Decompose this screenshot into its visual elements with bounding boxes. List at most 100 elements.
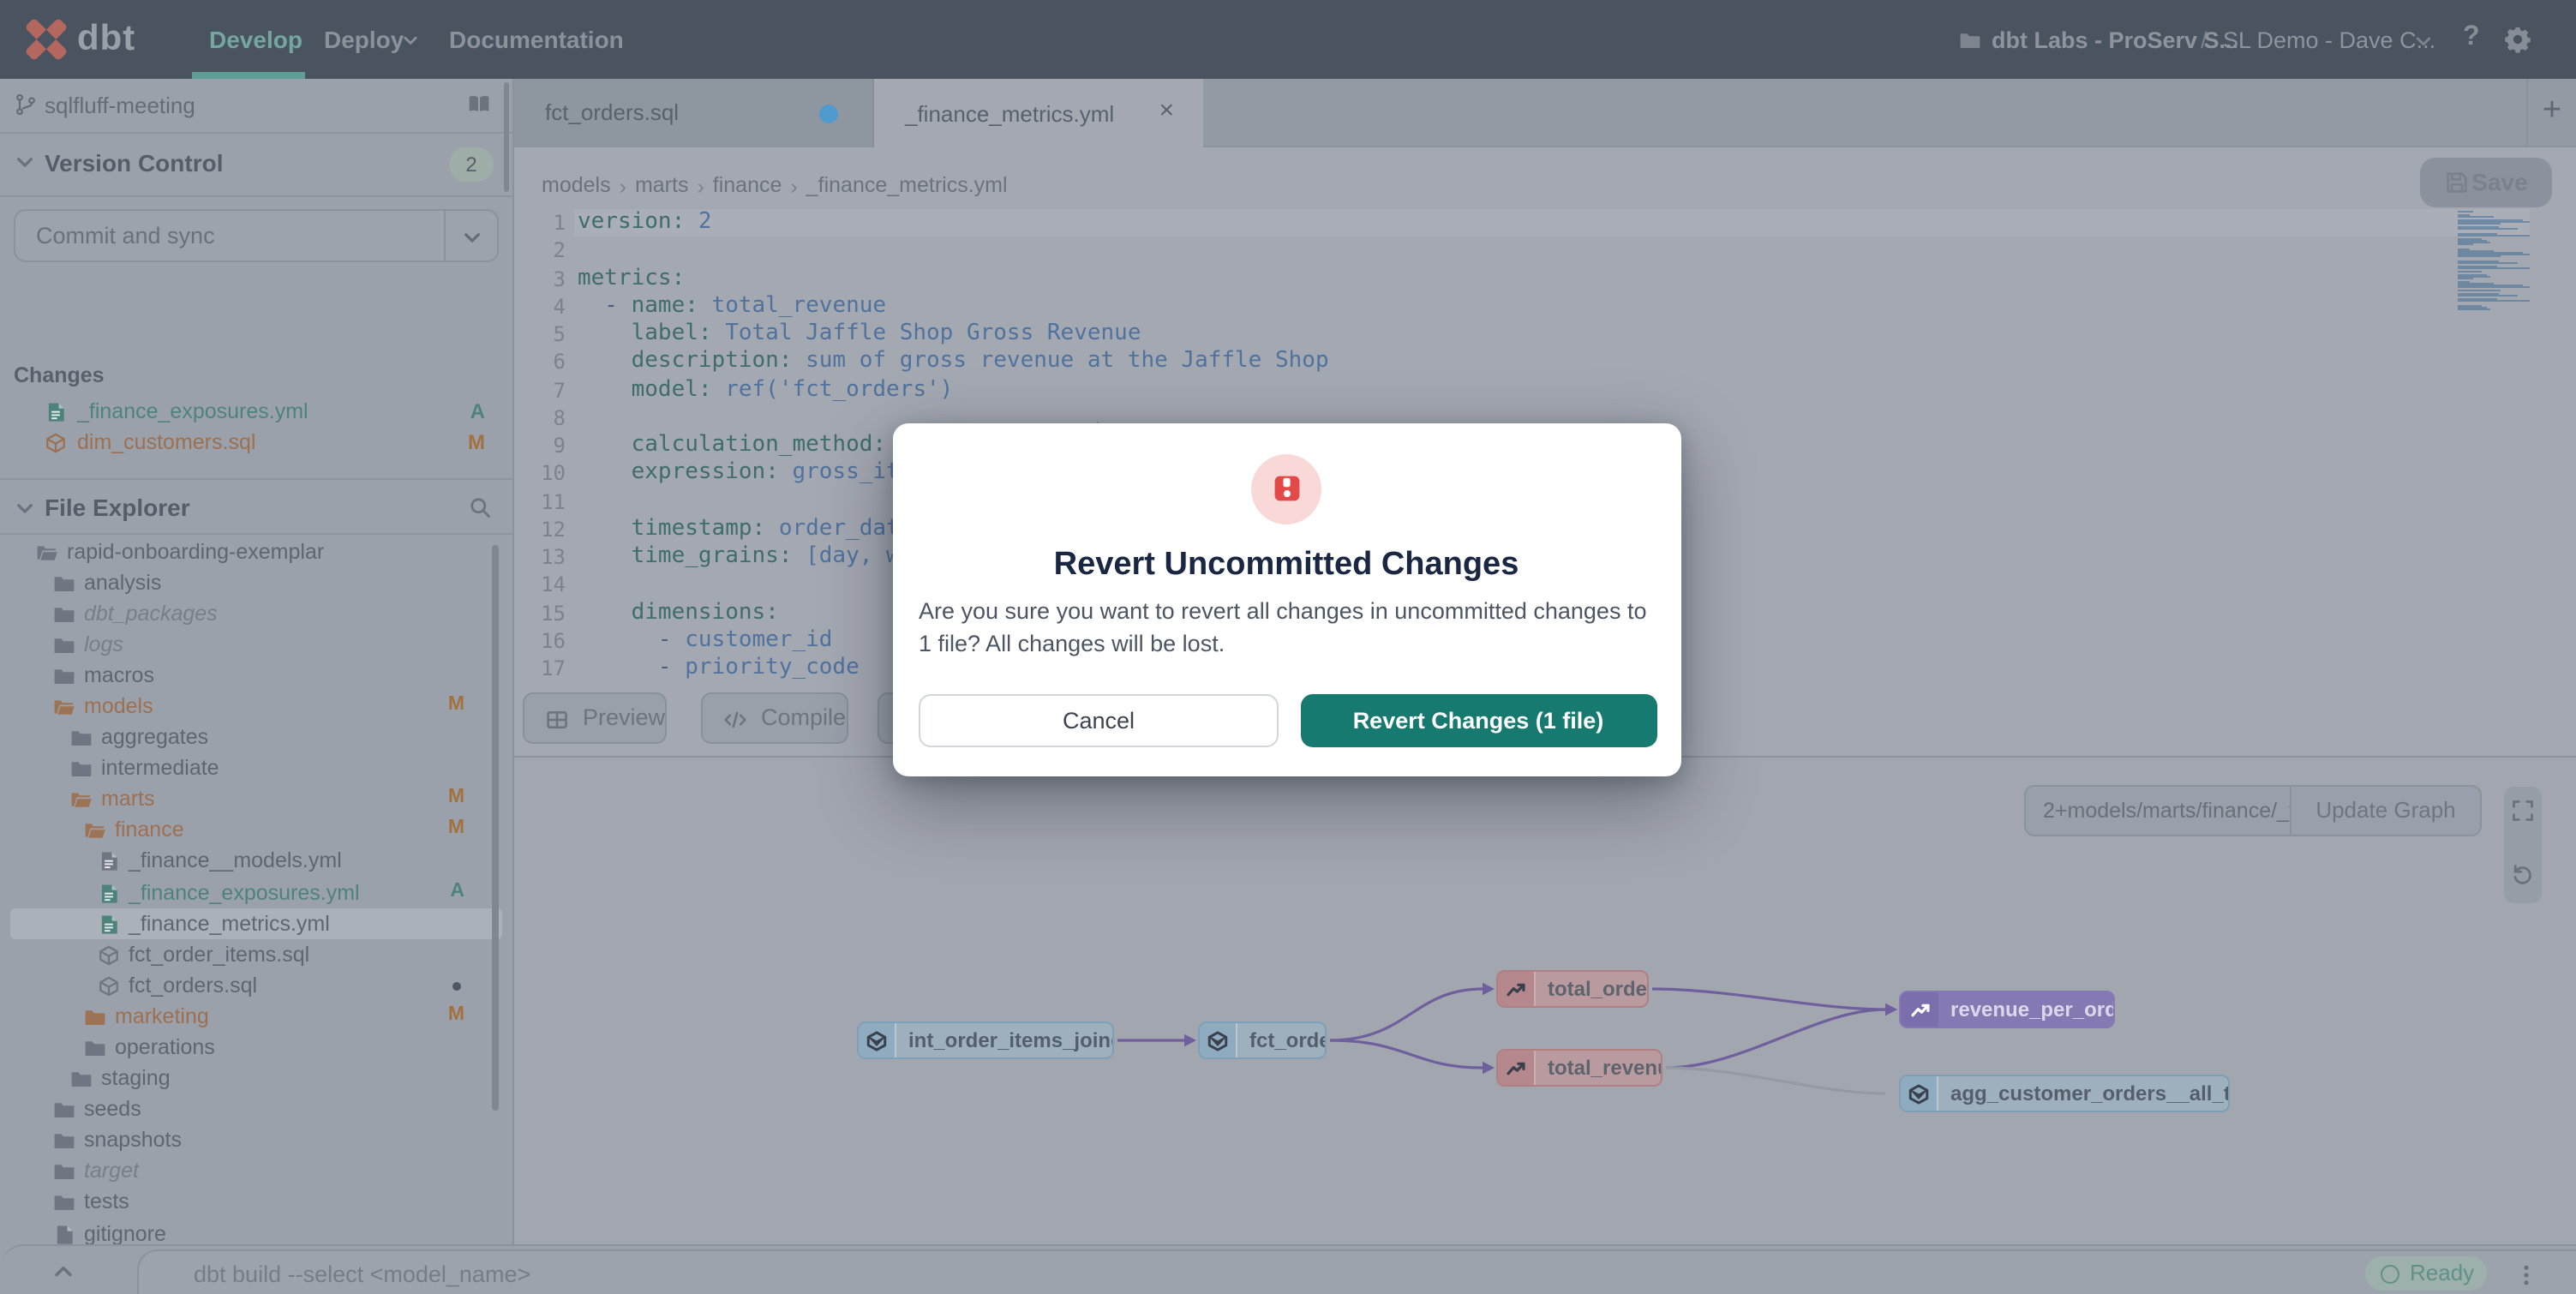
folder-icon	[53, 1130, 75, 1153]
file-tree-item-fct_order_items.sql[interactable]: fct_order_items.sql	[0, 939, 512, 970]
lineage-node-revenue_per_order[interactable]: revenue_per_order	[1899, 991, 2115, 1028]
gear-icon[interactable]	[2504, 26, 2531, 53]
brand-text: dbt	[77, 0, 135, 79]
line-number: 11	[514, 488, 566, 516]
cube-icon	[98, 975, 120, 997]
preview-button[interactable]: Preview	[523, 692, 667, 744]
tab-fct-orders[interactable]: fct_orders.sql	[514, 79, 874, 147]
breadcrumb-item[interactable]: finance	[713, 173, 782, 197]
changed-file-row[interactable]: dim_customers.sql M	[0, 430, 512, 459]
environment-name[interactable]: SL Demo - Dave C...	[2223, 27, 2435, 53]
file-tree-item-models[interactable]: modelsM	[0, 692, 512, 722]
file-tree-item-target[interactable]: target	[0, 1157, 512, 1188]
save-floppy-icon	[2444, 170, 2470, 195]
folder-icon	[84, 1006, 106, 1028]
close-icon[interactable]: ×	[1159, 96, 1174, 125]
file-name: rapid-onboarding-exemplar	[67, 539, 324, 563]
left-sidebar: sqlfluff-meeting Version Control 2 Commi…	[0, 79, 514, 1244]
update-graph-button[interactable]: Update Graph	[2291, 785, 2482, 836]
file-tree-item-snapshots[interactable]: snapshots	[0, 1126, 512, 1157]
reset-view-icon[interactable]	[2511, 862, 2535, 886]
file-tree-item-rapid-onboarding-exemplar[interactable]: rapid-onboarding-exemplar	[0, 536, 512, 567]
file-name: marts	[101, 788, 155, 812]
file-tree-item-intermediate[interactable]: intermediate	[0, 753, 512, 784]
breadcrumb-item[interactable]: _finance_metrics.yml	[806, 173, 1008, 197]
file-tree-item-operations[interactable]: operations	[0, 1033, 512, 1063]
folder-open-icon	[53, 696, 75, 718]
file-tree-item-finance[interactable]: financeM	[0, 816, 512, 847]
kebab-menu-icon[interactable]	[2514, 1261, 2538, 1289]
help-icon[interactable]: ?	[2463, 22, 2480, 53]
file-tree-item-gitignore[interactable]: gitignore	[0, 1219, 512, 1244]
minimap-line	[2458, 301, 2530, 303]
dbt-logo-icon[interactable]	[24, 17, 69, 62]
sidebar-scrollbar[interactable]	[504, 82, 509, 192]
fullscreen-icon[interactable]	[2511, 799, 2535, 823]
file-name: finance	[115, 818, 184, 842]
file-tree-item-_finance_metrics.yml[interactable]: _finance_metrics.yml	[10, 908, 502, 939]
file-tree-item-tests[interactable]: tests	[0, 1188, 512, 1219]
nav-item-documentation[interactable]: Documentation	[449, 0, 624, 79]
file-tree-item-_finance_exposures.yml[interactable]: _finance_exposures.ymlA	[0, 878, 512, 908]
active-nav-underline	[192, 72, 305, 79]
commit-options-chevron-down-icon[interactable]	[461, 226, 483, 249]
lineage-node-total_orders[interactable]: total_orders	[1496, 970, 1649, 1008]
commit-and-sync-button[interactable]: Commit and sync	[14, 209, 499, 262]
file-tree-item-staging[interactable]: staging	[0, 1063, 512, 1094]
metric-chart-icon	[1901, 991, 1938, 1028]
file-tree-item-aggregates[interactable]: aggregates	[0, 722, 512, 753]
file-tree-item-fct_orders.sql[interactable]: fct_orders.sql	[0, 971, 512, 1002]
file-tree-item-logs[interactable]: logs	[0, 630, 512, 661]
file-tree-item-seeds[interactable]: seeds	[0, 1094, 512, 1125]
lineage-node-fct_orders[interactable]: fct_orders	[1198, 1021, 1327, 1059]
tab-finance-metrics[interactable]: _finance_metrics.yml ×	[874, 79, 1203, 149]
breadcrumb-item[interactable]: marts	[635, 173, 689, 197]
version-control-header[interactable]: Version Control 2	[0, 133, 512, 197]
environment-chevron-down-icon[interactable]	[2413, 31, 2434, 51]
new-tab-button[interactable]: +	[2526, 79, 2576, 147]
line-number: 13	[514, 543, 566, 572]
file-tree-item-dbt_packages[interactable]: dbt_packages	[0, 598, 512, 629]
graph-tools-panel	[2504, 787, 2542, 903]
file-tree-item-macros[interactable]: macros	[0, 661, 512, 692]
breadcrumb: models›marts›finance›_finance_metrics.ym…	[542, 173, 1008, 197]
lineage-node-agg_customer_orders__all_time[interactable]: agg_customer_orders__all_time	[1899, 1075, 2230, 1112]
yaml-file-icon	[45, 401, 67, 423]
cancel-button[interactable]: Cancel	[919, 693, 1279, 747]
minimap-line	[2458, 309, 2490, 310]
nav-item-deploy[interactable]: Deploy	[324, 0, 404, 79]
file-tree-item-marketing[interactable]: marketingM	[0, 1002, 512, 1033]
tab-label: fct_orders.sql	[545, 99, 679, 125]
file-name: fct_orders.sql	[129, 973, 257, 997]
file-name: gitignore	[84, 1221, 166, 1244]
lineage-node-int_order_items_joined[interactable]: int_order_items_joined	[857, 1021, 1114, 1059]
code-line: 6 description: sum of gross revenue at t…	[514, 349, 2576, 377]
file-name: fct_order_items.sql	[129, 942, 309, 966]
file-tree-scrollbar[interactable]	[492, 545, 498, 1111]
lineage-node-total_revenue[interactable]: total_revenue	[1496, 1049, 1662, 1087]
file-tree-item-marts[interactable]: martsM	[0, 785, 512, 816]
file-tree-item-_finance__models.yml[interactable]: _finance__models.yml	[0, 847, 512, 878]
graph-selector-input[interactable]: 2+models/marts/finance/_fir	[2024, 785, 2291, 836]
minimap-line	[2458, 234, 2530, 236]
editor-minimap[interactable]	[2458, 211, 2533, 310]
line-number: 8	[514, 404, 566, 433]
chevron-up-icon[interactable]	[51, 1260, 75, 1284]
compile-button[interactable]: Compile	[701, 692, 848, 744]
minimap-line	[2458, 244, 2473, 246]
changed-file-row[interactable]: _finance_exposures.yml A	[0, 399, 512, 428]
file-explorer-chevron-down-icon	[14, 497, 36, 519]
file-explorer-header[interactable]: File Explorer	[0, 478, 512, 535]
node-label: total_orders	[1536, 977, 1649, 1001]
revert-changes-button[interactable]: Revert Changes (1 file)	[1300, 693, 1656, 747]
nav-item-develop[interactable]: Develop	[209, 0, 303, 79]
docs-book-icon[interactable]	[466, 93, 492, 117]
save-button[interactable]: Save	[2420, 158, 2552, 207]
folder-icon	[53, 1192, 75, 1214]
command-input[interactable]	[194, 1256, 1736, 1291]
search-icon[interactable]	[468, 495, 492, 519]
breadcrumb-item[interactable]: models	[542, 173, 611, 197]
git-branch-row: sqlfluff-meeting	[0, 79, 512, 133]
file-tree-item-analysis[interactable]: analysis	[0, 567, 512, 598]
node-label: fct_orders	[1237, 1028, 1327, 1052]
